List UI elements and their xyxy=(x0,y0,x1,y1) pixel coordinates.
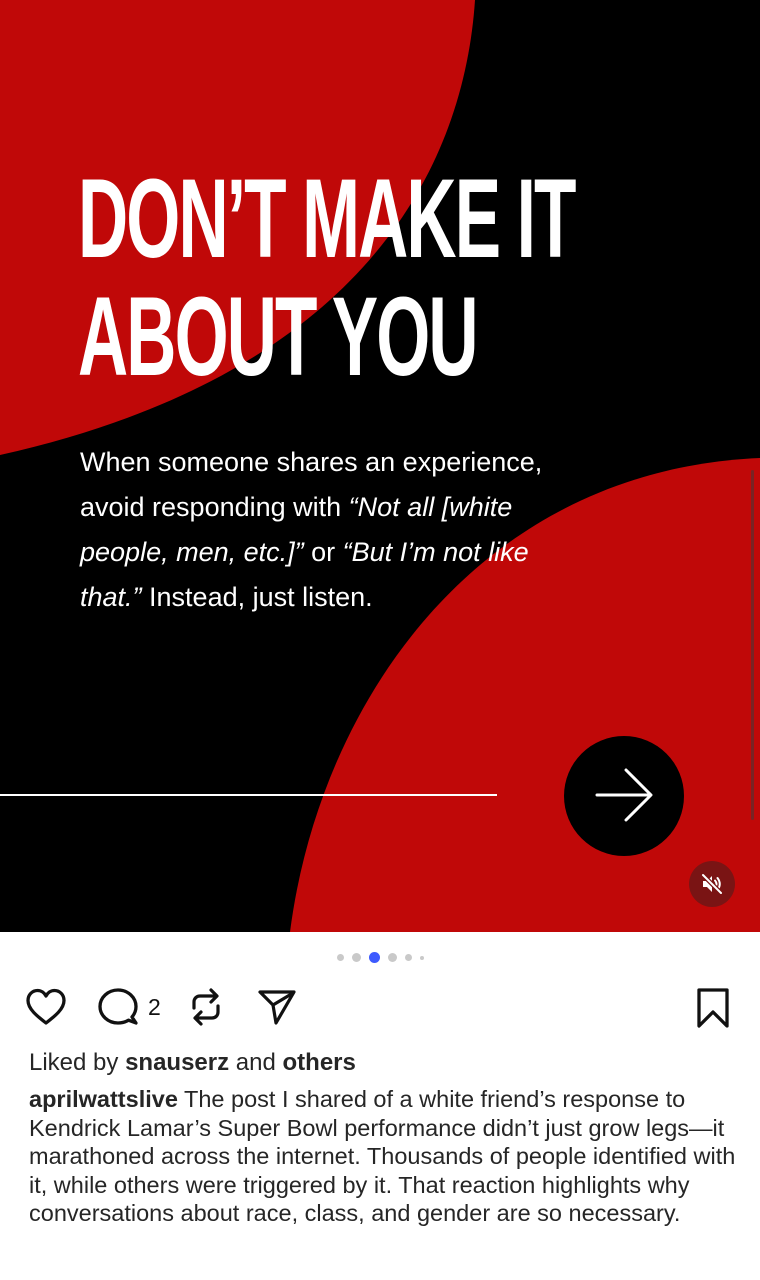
likes-prefix: Liked by xyxy=(29,1049,126,1076)
divider-line xyxy=(0,794,497,796)
carousel-dot xyxy=(387,953,397,962)
send-icon[interactable] xyxy=(256,987,298,1027)
next-slide-button[interactable] xyxy=(564,736,684,856)
carousel-dot xyxy=(336,954,344,961)
arrow-right-icon xyxy=(595,768,653,822)
speaker-muted-icon xyxy=(700,872,724,896)
carousel-indicator xyxy=(0,952,760,963)
repost-icon[interactable] xyxy=(186,986,226,1028)
likes-summary: Liked by snauserz and others xyxy=(29,1049,356,1077)
likes-others-link[interactable]: others xyxy=(283,1049,356,1076)
post-body-text: When someone shares an experience, avoid… xyxy=(80,440,560,620)
post-headline: DON’T MAKE IT ABOUT YOU xyxy=(78,156,576,399)
body-text-part: or xyxy=(303,537,343,567)
scroll-bar[interactable] xyxy=(751,470,754,820)
bookmark-icon[interactable] xyxy=(693,986,733,1030)
caption-username-link[interactable]: aprilwattslive xyxy=(29,1086,178,1112)
heart-icon[interactable] xyxy=(25,987,67,1027)
comment-icon[interactable] xyxy=(96,986,140,1028)
body-text-part: Instead, just listen. xyxy=(141,582,373,612)
likes-middle: and xyxy=(229,1049,283,1076)
headline-line-1: DON’T MAKE IT xyxy=(78,156,576,281)
mute-button[interactable] xyxy=(689,861,735,907)
comment-count: 2 xyxy=(148,994,161,1020)
carousel-dot-active xyxy=(368,952,380,963)
carousel-dot xyxy=(404,954,412,961)
liked-by-user-link[interactable]: snauserz xyxy=(125,1049,229,1076)
carousel-dot xyxy=(351,953,361,962)
post-caption: aprilwattslive The post I shared of a wh… xyxy=(29,1085,744,1228)
post-image[interactable]: DON’T MAKE IT ABOUT YOU When someone sha… xyxy=(0,0,760,932)
headline-line-2: ABOUT YOU xyxy=(78,274,479,399)
post-action-bar: 2 xyxy=(0,982,760,1032)
carousel-dot xyxy=(419,955,424,960)
